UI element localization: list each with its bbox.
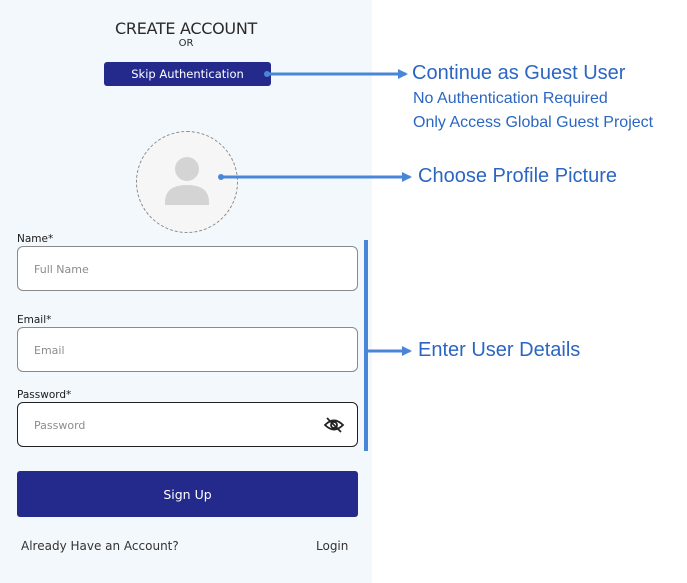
guest-annotation-title: Continue as Guest User: [412, 62, 626, 84]
guest-arrow: [264, 69, 408, 79]
profile-arrow: [218, 172, 412, 182]
details-annotation: Enter User Details: [418, 339, 581, 361]
details-bracket: [364, 240, 412, 451]
annotation-arrows: [218, 69, 412, 451]
guest-annotation-line2: Only Access Global Guest Project: [413, 114, 654, 131]
guest-annotation-line1: No Authentication Required: [413, 90, 608, 107]
profile-annotation: Choose Profile Picture: [418, 165, 617, 187]
